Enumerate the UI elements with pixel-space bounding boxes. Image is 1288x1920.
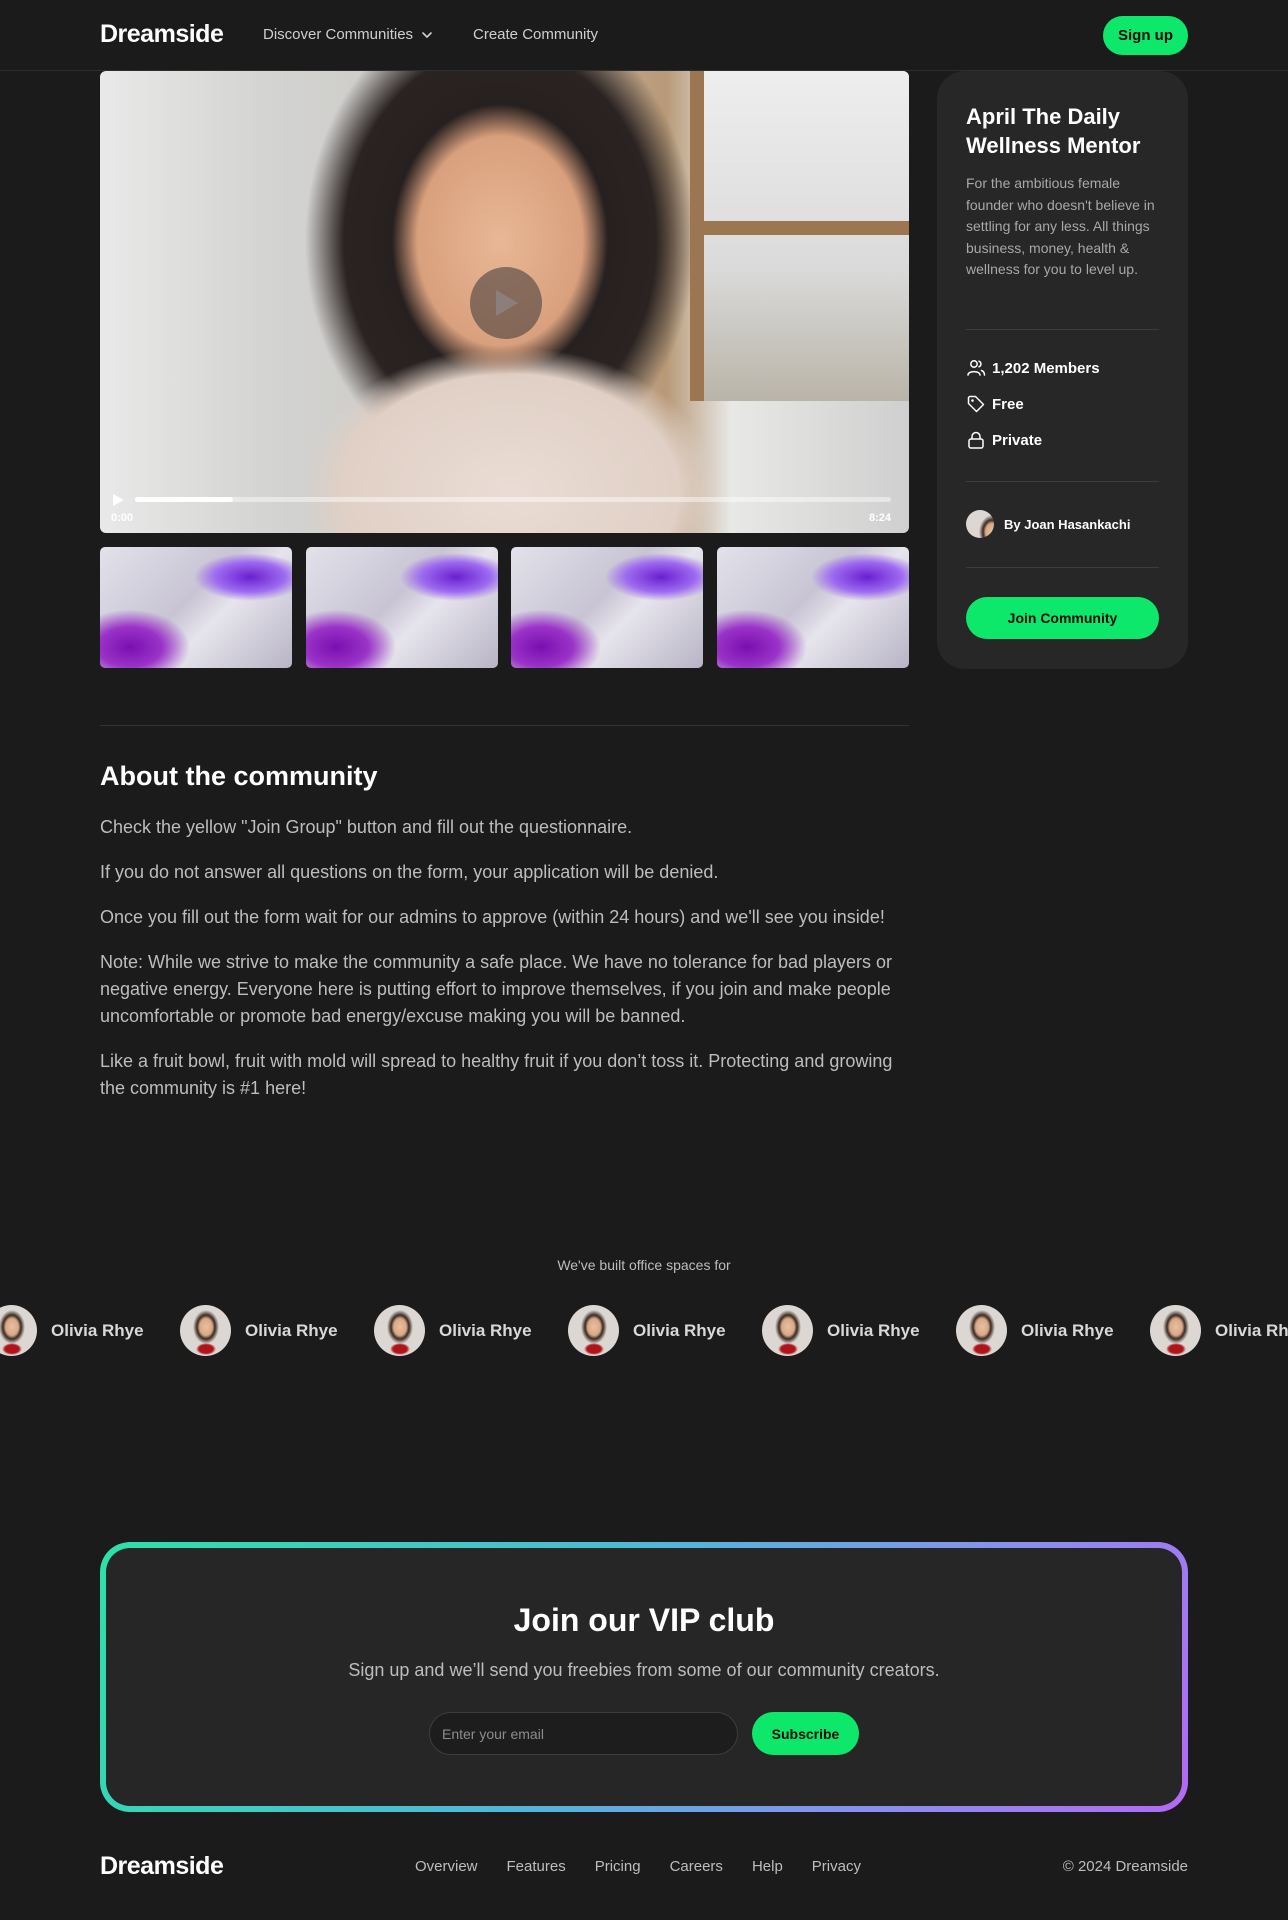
customer-avatar [1150,1305,1201,1356]
community-author[interactable]: By Joan Hasankachi [966,510,1130,538]
video-duration: 8:24 [868,512,891,524]
nav-create-community[interactable]: Create Community [473,26,598,43]
about-paragraph: Check the yellow "Join Group" button and… [100,817,633,837]
footer-link-help[interactable]: Help [752,1858,783,1875]
thumbnail-gallery [100,547,909,668]
footer-link-overview[interactable]: Overview [415,1858,478,1875]
signup-button[interactable]: Sign up [1103,16,1188,55]
tag-icon [967,395,985,413]
top-navbar: Dreamside Discover Communities Create Co… [0,0,1288,71]
users-icon [967,360,986,376]
lock-icon [968,431,984,449]
footer-link-features[interactable]: Features [507,1858,566,1875]
chevron-down-icon [422,31,432,38]
customer-avatar [568,1305,619,1356]
community-info-card: April The Daily Wellness Mentor For the … [937,71,1188,669]
about-paragraph: If you do not answer all questions on th… [100,862,719,882]
members-count: 1,202 Members [992,359,1100,377]
author-avatar [966,510,994,538]
customer-logo: Olivia Rhye [180,1305,338,1356]
join-community-button[interactable]: Join Community [966,597,1159,639]
vip-club-panel: Join our VIP club Sign up and we’ll send… [106,1548,1182,1806]
gallery-thumbnail[interactable] [511,547,703,668]
nav-discover-label: Discover Communities [263,26,414,43]
customer-avatar [374,1305,425,1356]
vip-subtitle: Sign up and we’ll send you freebies from… [348,1660,940,1680]
video-background-frame [690,221,909,235]
customer-logo: Olivia Rhye [0,1305,144,1356]
card-divider [966,329,1159,330]
privacy-stat: Private [966,430,1042,450]
customer-name: Olivia Rhye [439,1320,532,1340]
community-title: April The Daily Wellness Mentor [966,104,1141,158]
customer-avatar [0,1305,37,1356]
about-paragraph: Like a fruit bowl, fruit with mold will … [100,1051,893,1098]
section-divider [100,725,909,726]
customer-logo: Olivia Rhye [1150,1305,1288,1356]
members-stat: 1,202 Members [966,358,1100,378]
customer-logo: Olivia Rhye [956,1305,1114,1356]
footer-link-privacy[interactable]: Privacy [812,1858,861,1875]
customer-name: Olivia Rhye [51,1320,144,1340]
footer-link-pricing[interactable]: Pricing [595,1858,641,1875]
gallery-thumbnail[interactable] [717,547,909,668]
community-description: For the ambitious female founder who doe… [966,175,1155,277]
card-divider [966,481,1159,482]
vip-title: Join our VIP club [513,1602,775,1638]
author-name: By Joan Hasankachi [1004,516,1131,532]
footer-link-careers[interactable]: Careers [670,1858,723,1875]
customer-name: Olivia Rhye [1021,1320,1114,1340]
footer-logo[interactable]: Dreamside [100,1852,224,1881]
play-overlay-button[interactable] [470,267,542,339]
gallery-thumbnail[interactable] [306,547,498,668]
privacy-label: Private [992,431,1043,449]
gallery-thumbnail[interactable] [100,547,292,668]
about-paragraph: Note: While we strive to make the commun… [100,952,893,1026]
customer-logo-strip: Olivia Rhye Olivia Rhye Olivia Rhye Oliv… [0,1305,1288,1357]
customer-name: Olivia Rhye [1215,1320,1288,1340]
vip-club-section: Join our VIP club Sign up and we’ll send… [100,1542,1188,1812]
built-for-label: We've built office spaces for [557,1257,731,1273]
brand-logo[interactable]: Dreamside [100,20,224,49]
current-time: 0:00 [111,512,134,524]
video-progress-fill [135,497,234,502]
price-label: Free [992,395,1024,413]
video-background-window [690,71,909,401]
footer-links: Overview Features Pricing Careers Help P… [415,1858,861,1875]
video-player[interactable]: 0:00 8:24 [100,71,909,533]
nav-create-label: Create Community [473,26,599,43]
about-title: About the community [100,761,378,791]
footer-copyright: © 2024 Dreamside [1062,1858,1188,1875]
video-progress-bar[interactable] [135,497,891,502]
customer-avatar [180,1305,231,1356]
subscribe-button[interactable]: Subscribe [752,1712,859,1755]
about-paragraph: Once you fill out the form wait for our … [100,907,885,927]
email-input[interactable] [429,1712,738,1755]
customer-logo: Olivia Rhye [568,1305,726,1356]
card-divider [966,567,1159,568]
about-body: Check the yellow "Join Group" button and… [100,814,900,1120]
nav-discover-communities[interactable]: Discover Communities [263,26,433,43]
customer-name: Olivia Rhye [633,1320,726,1340]
customer-logo: Olivia Rhye [762,1305,920,1356]
play-icon [496,290,518,316]
customer-avatar [762,1305,813,1356]
price-stat: Free [966,394,1024,414]
customer-name: Olivia Rhye [245,1320,338,1340]
customer-name: Olivia Rhye [827,1320,920,1340]
customer-logo: Olivia Rhye [374,1305,532,1356]
customer-avatar [956,1305,1007,1356]
play-small-icon[interactable] [111,493,125,507]
